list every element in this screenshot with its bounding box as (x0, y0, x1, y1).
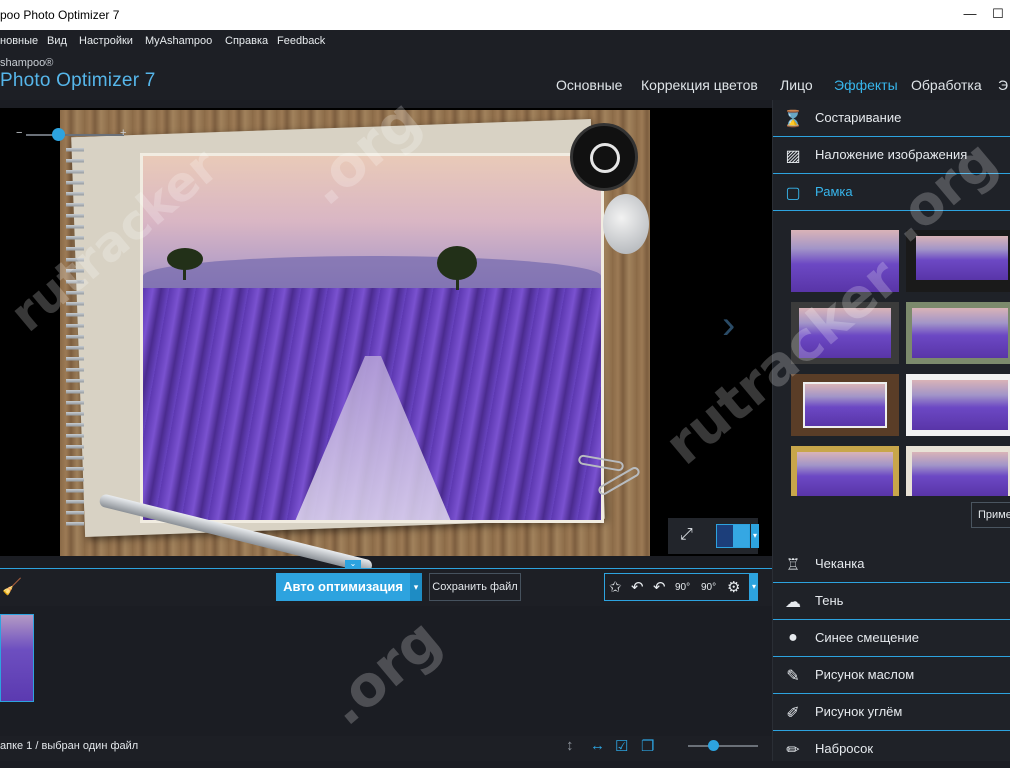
tab-basic[interactable]: Основные (556, 77, 622, 93)
frame-option[interactable] (906, 302, 1010, 364)
blue-shift-icon: ● (788, 629, 798, 646)
effect-frame[interactable]: ▢ Рамка (773, 174, 1010, 211)
hourglass-icon: ⌛ (783, 111, 803, 128)
effect-image-overlay[interactable]: ▨ Наложение изображения (773, 137, 1010, 174)
frame-option[interactable] (791, 230, 899, 292)
tools-dropdown-arrow-icon[interactable]: ▾ (750, 573, 758, 601)
before-after-compare-button[interactable] (716, 524, 750, 548)
tab-color-correction[interactable]: Коррекция цветов (641, 77, 758, 93)
auto-optimize-button[interactable]: Авто оптимизация (276, 573, 410, 601)
lavender-photo (140, 153, 604, 523)
zoom-slider-knob[interactable] (52, 128, 65, 141)
tab-processing[interactable]: Обработка (911, 77, 982, 93)
apply-button[interactable]: Приме (971, 502, 1010, 528)
image-preview: − + › ⤢ ▾ (0, 108, 772, 574)
frame-option[interactable] (906, 374, 1010, 436)
effect-shadow[interactable]: ☁ Тень (773, 583, 1010, 620)
tab-effects[interactable]: Эффекты (834, 77, 898, 93)
window-title: poo Photo Optimizer 7 (0, 8, 120, 22)
window-title-bar: poo Photo Optimizer 7 — ☐ (0, 0, 1010, 30)
zoom-in-icon[interactable]: + (120, 127, 126, 139)
frame-thumbnails (773, 222, 1010, 602)
save-file-button[interactable]: Сохранить файл (429, 573, 521, 601)
effects-panel: ⌛ Состаривание ▨ Наложение изображения ▢… (772, 100, 1010, 761)
effect-sketch[interactable]: ✏ Набросок (773, 731, 1010, 768)
oil-brush-icon: ✎ (786, 668, 800, 685)
collapse-filmstrip-icon[interactable]: ⌄ (345, 560, 361, 568)
select-all-icon[interactable]: ❐ (641, 737, 654, 755)
filmstrip (0, 606, 772, 736)
rotate-left-90-icon[interactable]: 90° (675, 582, 690, 593)
app-header: shampoo® Photo Optimizer 7 Основные Корр… (0, 52, 1010, 100)
aperture-logo-icon (570, 123, 638, 191)
magic-stars-icon[interactable]: ✩ (609, 578, 622, 596)
frame-option[interactable] (906, 230, 1010, 292)
effect-blue-shift[interactable]: ● Синее смещение (773, 620, 1010, 657)
gear-icon[interactable]: ⚙ (727, 578, 740, 596)
effect-charcoal[interactable]: ✐ Рисунок углём (773, 694, 1010, 731)
charcoal-icon: ✐ (786, 705, 800, 722)
compare-dropdown-arrow-icon[interactable]: ▾ (751, 524, 759, 548)
pushpin-icon (603, 194, 649, 254)
next-image-chevron-icon[interactable]: › (722, 303, 735, 348)
menu-main[interactable]: новные (0, 35, 38, 47)
fit-height-icon[interactable]: ↕ (566, 737, 574, 754)
maximize-icon[interactable]: ☐ (986, 2, 1010, 26)
frame-option[interactable] (791, 302, 899, 364)
broom-cleanup-icon[interactable]: 🧹 (2, 577, 22, 597)
edit-tools-group: ✩ ↶ ↶ 90° 90° ⚙ (604, 573, 750, 601)
frame-option[interactable] (906, 446, 1010, 496)
frame-option[interactable] (791, 446, 899, 496)
minimize-icon[interactable]: — (958, 2, 982, 26)
effect-emboss[interactable]: ♖ Чеканка (773, 546, 1010, 583)
effect-oil-painting[interactable]: ✎ Рисунок маслом (773, 657, 1010, 694)
undo-all-icon[interactable]: ↶ (653, 578, 666, 596)
menu-myashampoo[interactable]: MyAshampoo (145, 35, 212, 47)
menu-view[interactable]: Вид (47, 35, 67, 47)
effect-aging[interactable]: ⌛ Состаривание (773, 100, 1010, 137)
notebook-spiral (66, 148, 84, 528)
zoom-out-icon[interactable]: − (16, 127, 22, 139)
fit-width-icon[interactable]: ↔ (590, 737, 605, 754)
brand-title: Photo Optimizer 7 (0, 70, 156, 91)
menu-settings[interactable]: Настройки (79, 35, 133, 47)
zoom-slider-track[interactable] (26, 134, 124, 136)
bottom-toolbar: 🧹 Авто оптимизация ▾ Сохранить файл ✩ ↶ … (0, 568, 772, 606)
frame-icon: ▢ (785, 185, 801, 202)
menu-feedback[interactable]: Feedback (277, 35, 325, 47)
status-bar: апке 1 / выбран один файл ↕ ↔ ☑ ❐ (0, 736, 772, 761)
select-checkbox-icon[interactable]: ☑ (615, 737, 628, 755)
rotate-right-90-icon[interactable]: 90° (701, 582, 716, 593)
thumbnail-size-slider-knob[interactable] (708, 740, 719, 751)
status-text: апке 1 / выбран один файл (0, 740, 139, 752)
image-overlay-icon: ▨ (785, 148, 801, 165)
shadow-icon: ☁ (785, 594, 801, 611)
brand-vendor: shampoo® (0, 57, 54, 69)
menu-help[interactable]: Справка (225, 35, 268, 47)
frame-option[interactable] (791, 374, 899, 436)
undo-icon[interactable]: ↶ (631, 578, 644, 596)
menu-bar: новные Вид Настройки MyAshampoo Справка … (0, 30, 1010, 52)
tab-more[interactable]: Э (998, 77, 1008, 93)
emboss-icon: ♖ (785, 557, 801, 574)
tab-face[interactable]: Лицо (780, 77, 813, 93)
auto-optimize-dropdown-icon[interactable]: ▾ (410, 573, 422, 601)
filmstrip-thumbnail[interactable] (0, 614, 34, 702)
sketch-pencil-icon: ✏ (786, 742, 800, 759)
thumbnail-size-slider[interactable] (688, 745, 758, 747)
fullscreen-expand-icon[interactable]: ⤢ (680, 526, 693, 544)
